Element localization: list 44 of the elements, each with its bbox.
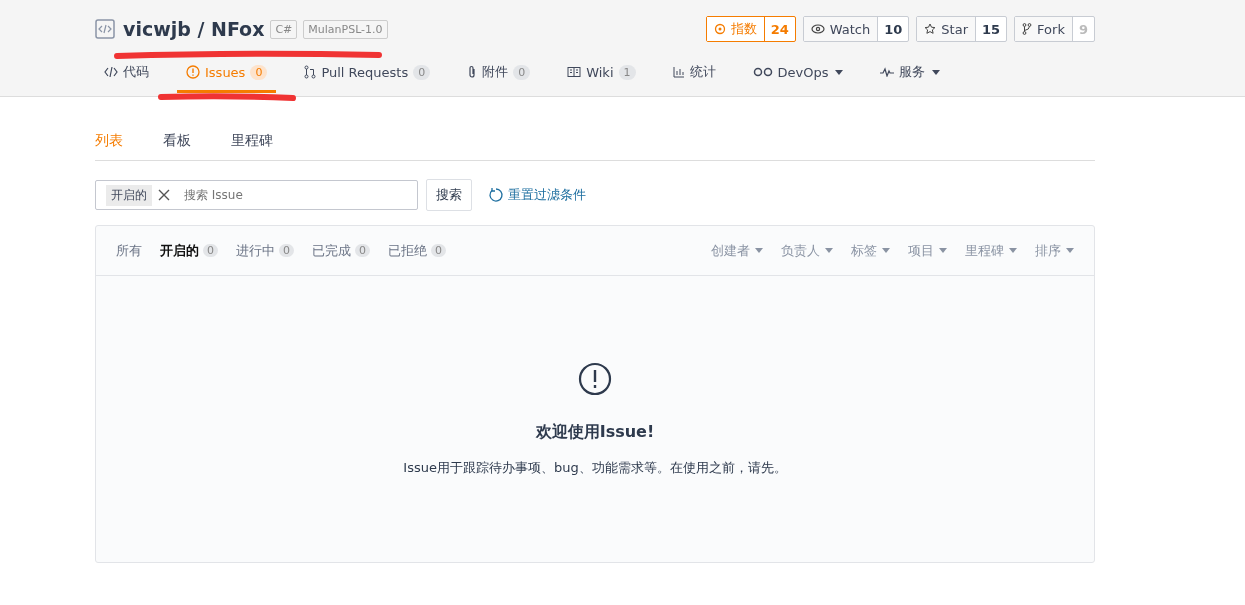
nav-tab[interactable]: 统计 — [663, 54, 725, 93]
count-badge[interactable]: 15 — [975, 17, 1007, 41]
pull-request-icon — [304, 65, 317, 79]
bar-chart-icon — [672, 66, 685, 78]
search-field[interactable]: 开启的 搜索 Issue — [95, 180, 418, 210]
repo-name-link[interactable]: vicwjb / NFox — [123, 18, 265, 40]
code-repo-icon — [95, 19, 115, 39]
view-tab[interactable]: 看板 — [163, 132, 191, 150]
code-icon — [104, 66, 118, 78]
book-icon — [567, 66, 582, 78]
paperclip-icon — [467, 65, 478, 79]
exclamation-circle-icon — [578, 362, 612, 396]
state-tab[interactable]: 开启的 0 — [160, 241, 218, 260]
nav-tab[interactable]: Pull Requests 0 — [295, 54, 440, 93]
state-tab[interactable]: 进行中 0 — [236, 241, 294, 260]
fork-icon — [1022, 23, 1033, 35]
state-tab[interactable]: 所有 — [116, 241, 142, 260]
empty-state-title: 欢迎使用Issue! — [535, 422, 655, 443]
repo-tag: C# — [270, 19, 298, 39]
count-badge[interactable]: 10 — [877, 17, 909, 41]
exclamation-circle-icon — [186, 65, 200, 79]
reset-filters-link[interactable]: 重置过滤条件 — [508, 186, 586, 204]
nav-tab[interactable]: 服务 — [871, 54, 950, 93]
nav-tab[interactable]: DevOps — [743, 54, 853, 93]
empty-state-text: Issue用于跟踪待办事项、bug、功能需求等。在使用之前，请先。 — [403, 459, 787, 477]
search-input[interactable]: 搜索 Issue — [182, 187, 407, 203]
nav-tab[interactable]: 附件 0 — [458, 54, 540, 93]
filter-chip: 开启的 — [106, 184, 152, 206]
repo-action-button[interactable]: Watch — [803, 17, 878, 41]
state-tab[interactable]: 已完成 0 — [312, 241, 370, 260]
star-icon — [924, 23, 937, 35]
repo-action-button[interactable]: Star — [917, 17, 975, 41]
repo-tag: MulanPSL-1.0 — [303, 19, 388, 39]
view-tab[interactable]: 里程碑 — [231, 132, 273, 150]
state-tab[interactable]: 已拒绝 0 — [388, 241, 446, 260]
eye-icon — [810, 24, 825, 34]
pulse-icon — [880, 67, 895, 77]
refresh-icon[interactable] — [488, 187, 504, 203]
nav-tab[interactable]: 代码 — [95, 54, 158, 93]
repo-action-button[interactable]: Fork — [1015, 17, 1072, 41]
infinity-icon — [752, 67, 773, 77]
search-button[interactable]: 搜索 — [426, 179, 472, 211]
nav-tab[interactable]: Wiki 1 — [558, 54, 645, 93]
close-icon[interactable] — [158, 189, 170, 201]
